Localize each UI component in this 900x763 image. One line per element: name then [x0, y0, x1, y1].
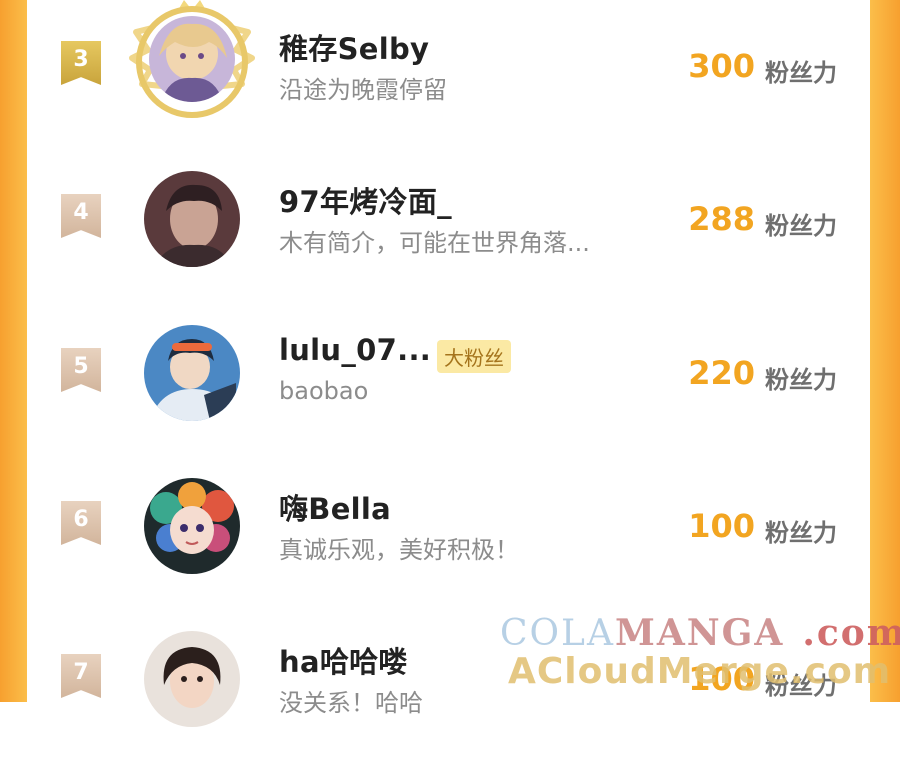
avatar[interactable] — [144, 325, 240, 421]
fan-power-unit: 粉丝力 — [765, 59, 837, 87]
user-bio: 木有简介，可能在世界角落... — [279, 229, 590, 257]
list-item[interactable]: 6 嗨Bella 真诚乐观，美好积极！ 100 粉丝力 — [27, 460, 870, 610]
fan-power-unit: 粉丝力 — [765, 212, 837, 240]
fan-power-score: 300 — [688, 47, 755, 85]
avatar[interactable] — [144, 478, 240, 574]
avatar[interactable] — [144, 631, 240, 727]
list-item[interactable]: 5 lulu_07... 大粉丝 baobao 220 粉丝力 — [27, 307, 870, 457]
user-name[interactable]: 97年烤冷面_ — [279, 179, 452, 221]
watermark-acloudmerge: ACloudMerge.com — [508, 651, 892, 692]
watermark-colamanga: COLAMANGA .com — [500, 612, 900, 654]
user-name[interactable]: ha哈哈喽 — [279, 639, 408, 681]
fan-power-score: 288 — [688, 200, 755, 238]
user-bio: baobao — [279, 377, 369, 405]
rank-badge: 4 — [61, 194, 101, 238]
avatar[interactable] — [149, 16, 235, 102]
rank-badge: 5 — [61, 348, 101, 392]
list-item[interactable]: 4 97年烤冷面_ 木有简介，可能在世界角落... 288 粉丝力 — [27, 153, 870, 303]
left-frame — [0, 0, 27, 702]
user-name[interactable]: 稚存Selby — [279, 26, 429, 68]
rank-badge: 3 — [61, 41, 101, 85]
user-bio: 没关系！哈哈 — [279, 689, 423, 717]
fan-power-unit: 粉丝力 — [765, 366, 837, 394]
user-bio: 沿途为晚霞停留 — [279, 76, 447, 104]
user-name[interactable]: 嗨Bella — [279, 486, 391, 528]
big-fan-badge: 大粉丝 — [437, 340, 511, 373]
fan-ranking-list: 3 稚存Selby 沿途为晚霞停留 300 粉丝力 4 97年烤冷面_ 木有简介… — [27, 0, 870, 727]
list-item[interactable]: 3 稚存Selby 沿途为晚霞停留 300 粉丝力 — [27, 0, 870, 150]
rank-badge: 7 — [61, 654, 101, 698]
right-frame — [870, 0, 900, 702]
user-name[interactable]: lulu_07... — [279, 333, 431, 367]
fan-power-unit: 粉丝力 — [765, 519, 837, 547]
fan-power-score: 220 — [688, 354, 755, 392]
fan-power-score: 100 — [688, 507, 755, 545]
user-bio: 真诚乐观，美好积极！ — [279, 536, 519, 564]
avatar[interactable] — [144, 171, 240, 267]
rank-badge: 6 — [61, 501, 101, 545]
